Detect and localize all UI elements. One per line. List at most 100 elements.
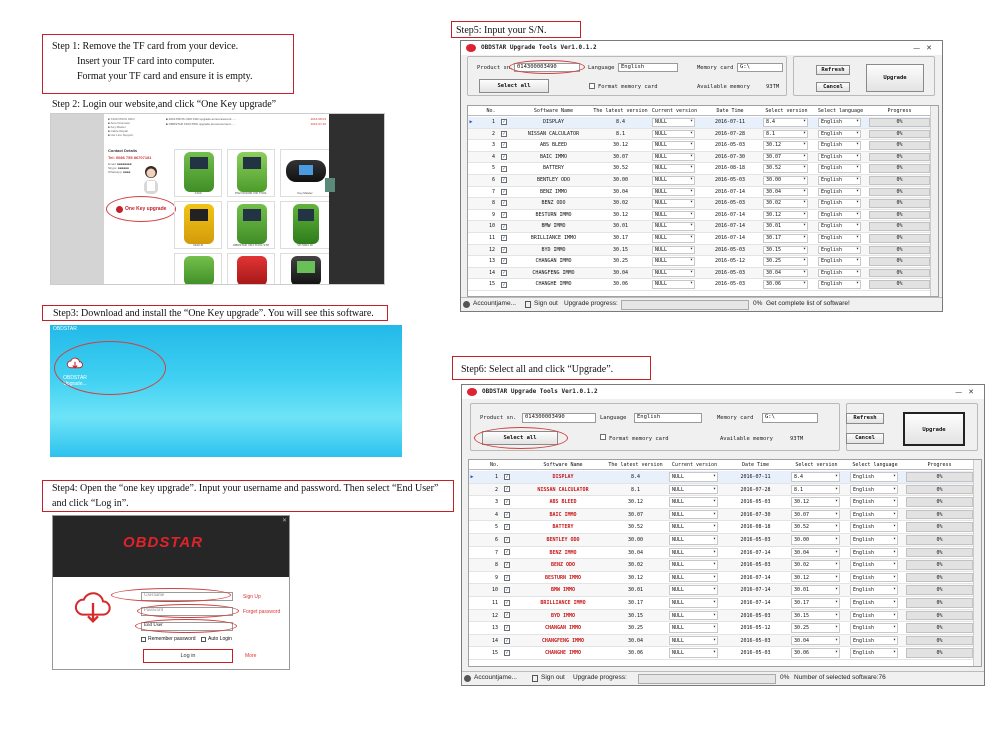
column-header[interactable]: Current version — [665, 460, 724, 470]
table-row[interactable]: 2 ✓ NISSAN CALCULATOR 8.1 NULL 2016-07-28 8.1 E… — [468, 128, 930, 141]
select-version-select[interactable]: 30.15 — [791, 610, 840, 621]
table-row[interactable]: ▶1✓DISPLAY8.4NULL2016-07-118.4English0% — [468, 117, 930, 129]
account-name[interactable]: Accountjame... — [474, 674, 517, 681]
current-version-select[interactable]: NULL — [652, 141, 695, 150]
select-version-select[interactable]: 30.01 — [763, 222, 808, 231]
row-checkbox[interactable]: ✓ — [501, 188, 507, 195]
login-close-icon[interactable]: ✕ — [282, 517, 287, 524]
select-language-select[interactable]: English — [850, 472, 898, 482]
select-version-select[interactable]: 30.00 — [791, 535, 840, 545]
table-row[interactable]: 15 ✓ CHANGHE IMMO 30.06 NULL 2016-05-03 30.06 E… — [468, 279, 930, 291]
current-version-select[interactable]: NULL — [652, 118, 695, 127]
select-language-select[interactable]: English — [818, 234, 861, 243]
select-version-select[interactable]: 8.4 — [791, 472, 840, 482]
row-checkbox[interactable]: ✓ — [501, 235, 507, 242]
table-scrollbar[interactable] — [930, 106, 938, 296]
select-version-select[interactable]: 30.52 — [763, 164, 808, 173]
column-header[interactable]: Date Time — [701, 106, 759, 116]
table-row[interactable]: 5 ✓ BATTERY 30.52 NULL 2016-08-18 30.52 English… — [469, 521, 973, 534]
product-card-9[interactable] — [280, 253, 330, 284]
current-version-select[interactable]: NULL — [669, 560, 718, 570]
product-card-3[interactable]: Key Master — [280, 149, 330, 197]
product-card-5[interactable]: OBDSTAR VD4 TOOL STP — [227, 201, 275, 249]
select-version-select[interactable]: 30.52 — [791, 522, 840, 532]
select-language-select[interactable]: English — [818, 118, 861, 127]
autologin-checkbox[interactable] — [201, 637, 206, 642]
language-select[interactable]: English — [634, 413, 702, 423]
row-checkbox[interactable]: ✓ — [501, 223, 507, 230]
select-version-select[interactable]: 8.1 — [791, 484, 840, 495]
select-language-select[interactable]: English — [818, 245, 861, 255]
select-version-select[interactable]: 30.06 — [791, 648, 840, 658]
select-version-select[interactable]: 30.04 — [763, 268, 808, 278]
current-version-select[interactable]: NULL — [652, 222, 695, 231]
language-select[interactable]: English — [618, 63, 678, 72]
table-scrollbar[interactable] — [973, 460, 981, 666]
select-language-select[interactable]: English — [818, 164, 861, 173]
login-button[interactable]: Log in — [143, 649, 233, 663]
window-controls[interactable]: —✕ — [955, 385, 980, 399]
select-language-select[interactable]: English — [850, 572, 898, 583]
row-checkbox[interactable]: ✓ — [501, 165, 507, 172]
row-checkbox[interactable]: ✓ — [504, 549, 510, 556]
format-checkbox[interactable] — [589, 83, 595, 89]
row-checkbox[interactable]: ✓ — [501, 212, 507, 219]
row-checkbox[interactable]: ✓ — [501, 258, 507, 265]
current-version-select[interactable]: NULL — [652, 187, 695, 197]
column-header[interactable]: No. — [468, 106, 514, 116]
table-row[interactable]: 10 ✓ BMW IMMO 30.01 NULL 2016-07-14 30.01 Engli… — [469, 584, 973, 597]
select-language-select[interactable]: English — [850, 547, 898, 558]
column-header[interactable]: Progress — [904, 460, 975, 470]
row-checkbox[interactable]: ✓ — [501, 130, 507, 137]
cancel-button[interactable]: Cancel — [846, 433, 884, 444]
column-header[interactable]: Current version — [648, 106, 701, 116]
select-language-select[interactable]: English — [818, 176, 861, 185]
table-row[interactable]: ▶1✓DISPLAY8.4NULL2016-07-118.4English0% — [469, 471, 973, 484]
table-row[interactable]: 14 ✓ CHANGFENG IMMO 30.04 NULL 2016-05-03 30.0… — [469, 634, 973, 648]
row-checkbox[interactable]: ✓ — [504, 574, 510, 581]
row-checkbox[interactable]: ✓ — [504, 624, 510, 631]
refresh-button[interactable]: Refresh — [846, 413, 884, 424]
product-card-1[interactable]: X100 — [174, 149, 222, 197]
table-row[interactable]: 9 ✓ BESTURN IMMO 30.12 NULL 2016-07-14 30.12 En… — [469, 571, 973, 585]
select-version-select[interactable]: 30.02 — [791, 560, 840, 570]
current-version-select[interactable]: NULL — [652, 199, 695, 208]
select-all-button[interactable]: Select all — [479, 79, 549, 93]
table-row[interactable]: 7 ✓ BENZ IMMO 30.04 NULL 2016-07-14 30.04 Engli… — [469, 546, 973, 560]
feedback-tab[interactable] — [325, 178, 335, 192]
current-version-select[interactable]: NULL — [669, 598, 718, 608]
select-language-select[interactable]: English — [818, 257, 861, 266]
current-version-select[interactable]: NULL — [652, 164, 695, 173]
memory-card-select[interactable]: G:\ — [762, 413, 818, 423]
select-language-select[interactable]: English — [850, 635, 898, 646]
column-header[interactable]: Software Name — [514, 106, 593, 116]
memory-card-select[interactable]: G:\ — [737, 63, 783, 72]
current-version-select[interactable]: NULL — [669, 535, 718, 545]
column-header[interactable]: No. — [469, 460, 520, 470]
current-version-select[interactable]: NULL — [669, 585, 718, 595]
select-version-select[interactable]: 30.07 — [763, 152, 808, 162]
row-checkbox[interactable]: ✓ — [504, 524, 510, 531]
signout-link[interactable]: Sign out — [534, 300, 558, 307]
row-checkbox[interactable]: ✓ — [504, 587, 510, 594]
format-checkbox[interactable] — [600, 434, 606, 440]
table-row[interactable]: 7 ✓ BENZ IMMO 30.04 NULL 2016-07-14 30.04 Engli… — [468, 186, 930, 199]
select-version-select[interactable]: 30.04 — [791, 635, 840, 646]
select-language-select[interactable]: English — [850, 610, 898, 621]
select-language-select[interactable]: English — [818, 152, 861, 162]
product-card-7[interactable] — [174, 253, 222, 284]
cancel-button[interactable]: Cancel — [816, 82, 850, 92]
refresh-button[interactable]: Refresh — [816, 65, 850, 75]
table-row[interactable]: 8 ✓ BENZ ODO 30.02 NULL 2016-05-03 30.02 Englis… — [469, 559, 973, 572]
product-card-6[interactable]: VD 5001 ID — [280, 201, 330, 249]
more-link[interactable]: More — [245, 653, 256, 659]
select-version-select[interactable]: 30.25 — [791, 623, 840, 633]
table-row[interactable]: 5 ✓ BATTERY 30.52 NULL 2016-08-18 30.52 English… — [468, 163, 930, 175]
current-version-select[interactable]: NULL — [652, 280, 695, 289]
select-language-select[interactable]: English — [818, 199, 861, 208]
select-version-select[interactable]: 8.1 — [763, 129, 808, 139]
signout-link[interactable]: Sign out — [541, 674, 565, 681]
upgrade-button[interactable]: Upgrade — [866, 64, 924, 92]
select-language-select[interactable]: English — [850, 484, 898, 495]
row-checkbox[interactable]: ✓ — [504, 498, 510, 505]
